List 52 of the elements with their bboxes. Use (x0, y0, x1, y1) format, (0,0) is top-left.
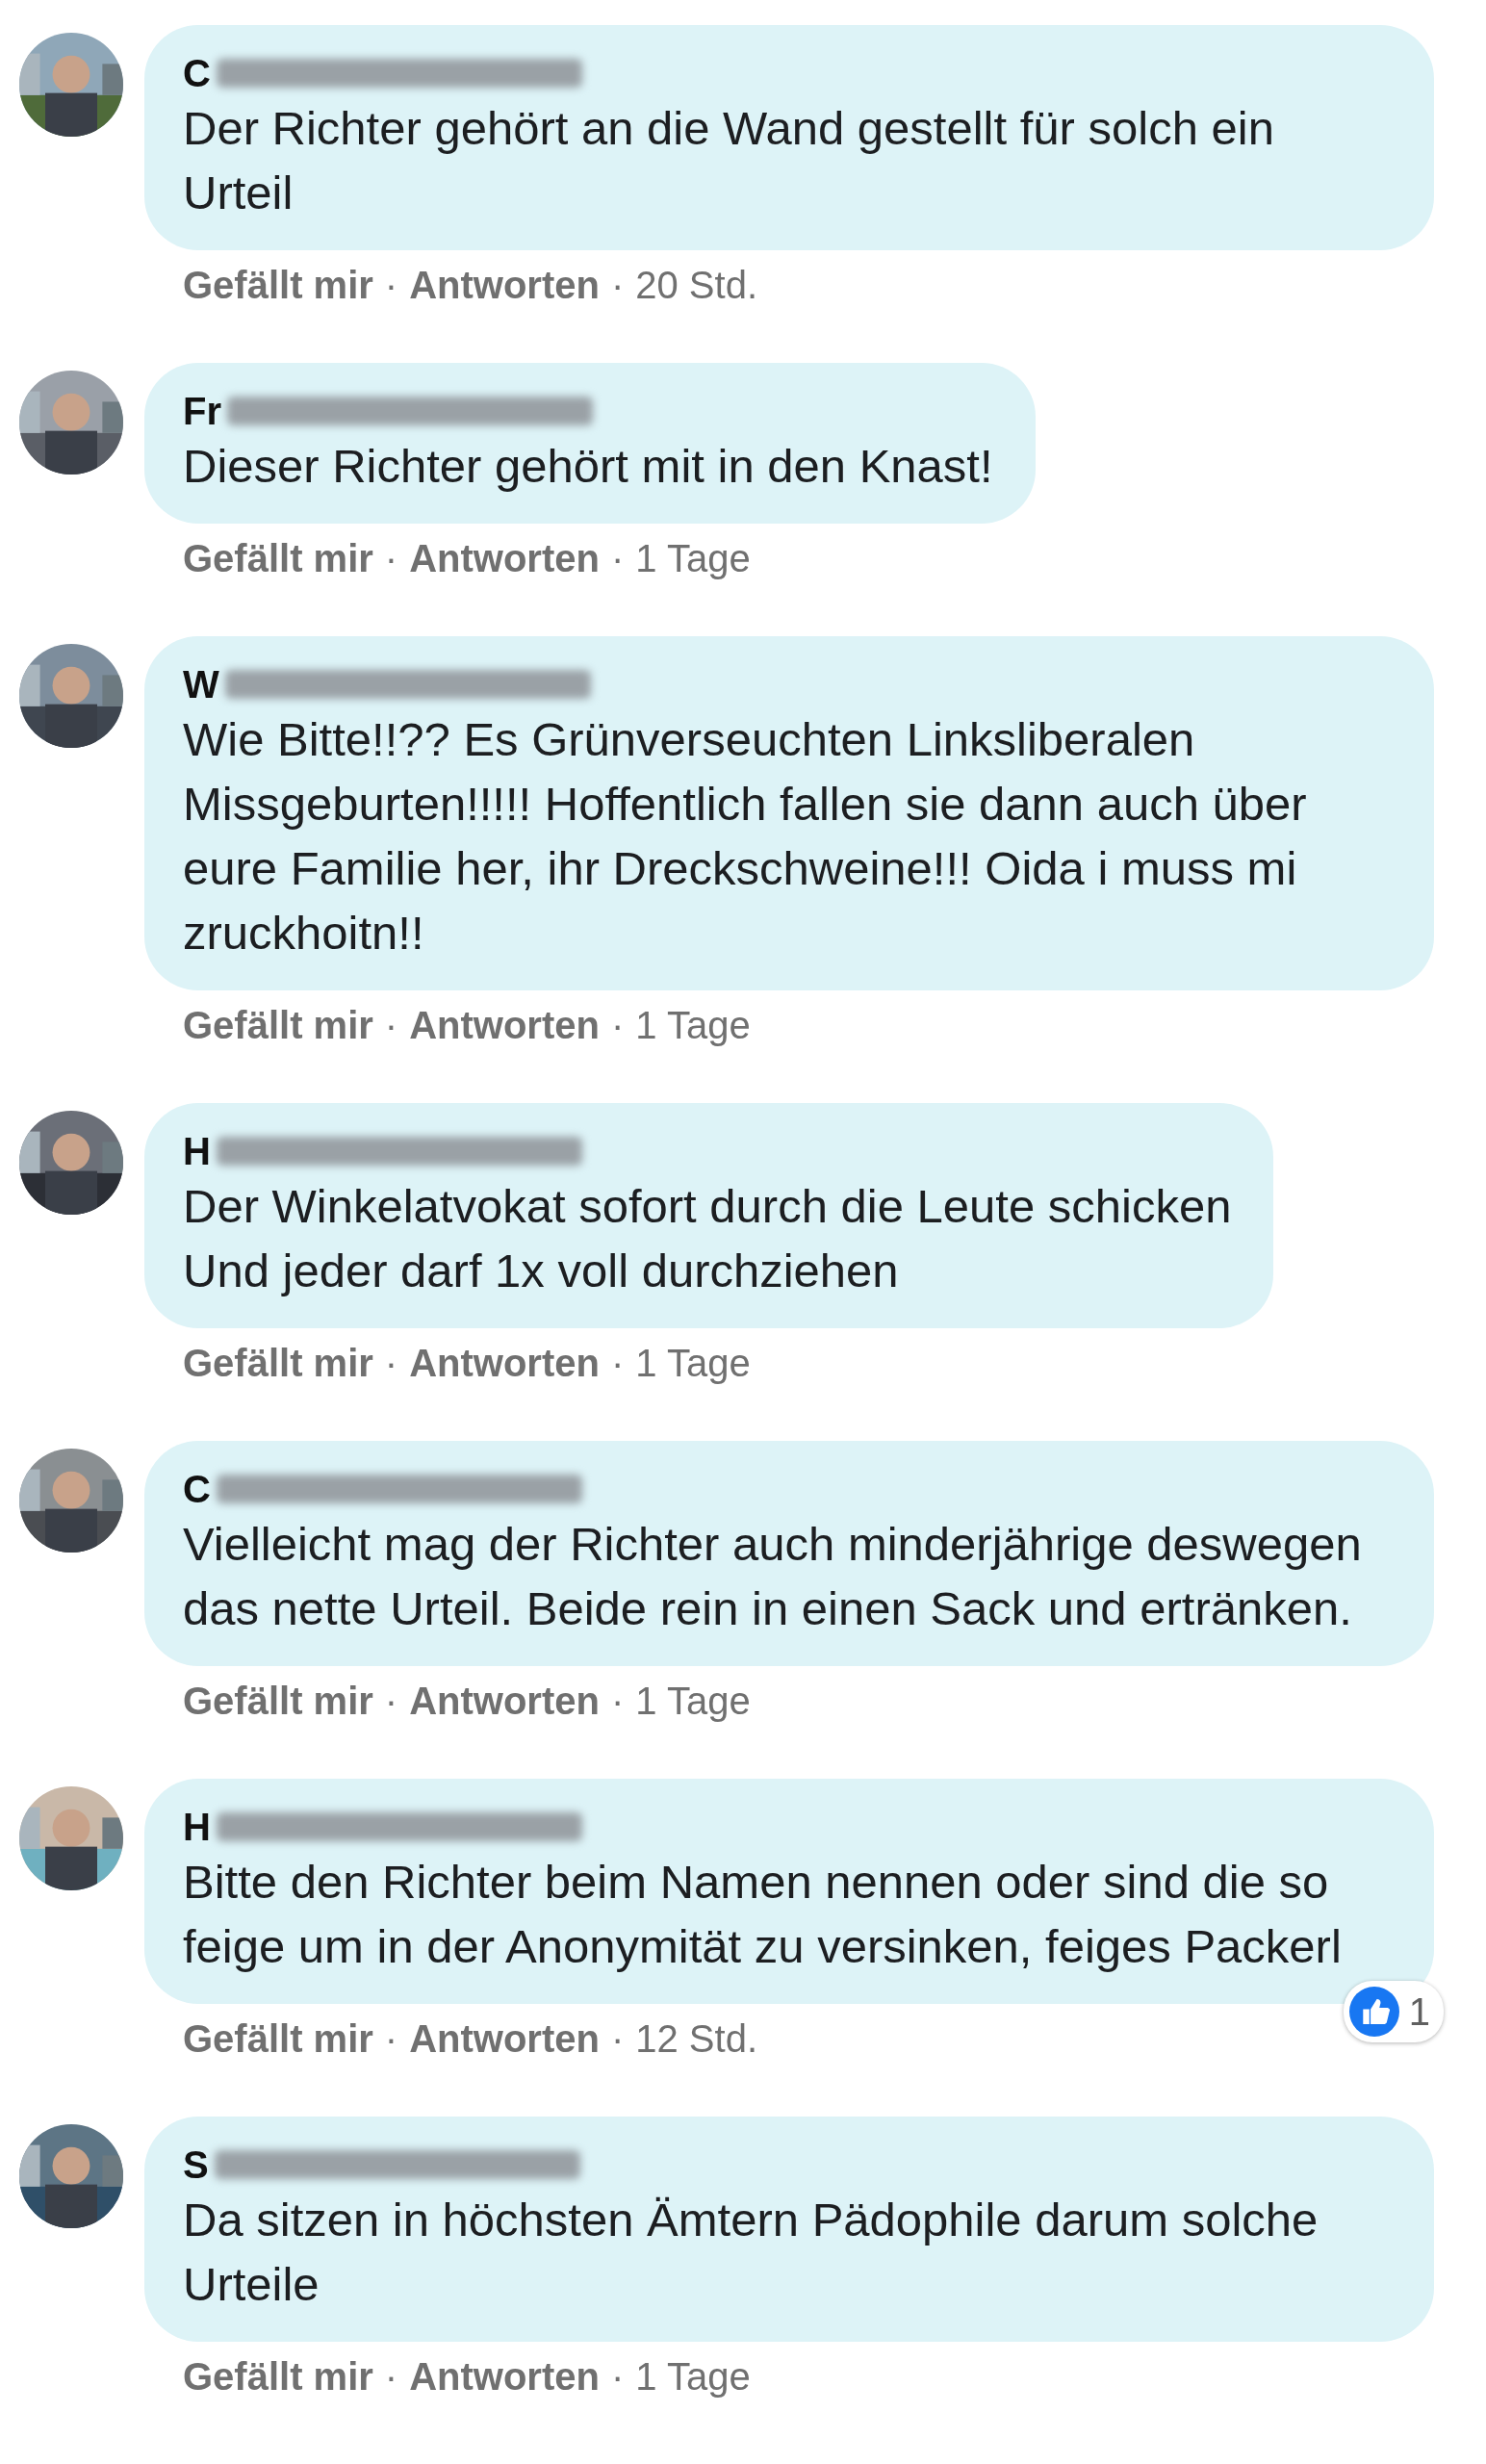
like-link[interactable]: Gefällt mir (183, 537, 373, 580)
separator-dot: · (610, 537, 625, 580)
timestamp: 12 Std. (635, 2017, 758, 2061)
separator-dot: · (610, 1004, 625, 1047)
like-link[interactable]: Gefällt mir (183, 1342, 373, 1385)
separator-dot: · (384, 1004, 398, 1047)
separator-dot: · (610, 1342, 625, 1385)
reply-link[interactable]: Antworten (409, 537, 600, 580)
comment-text: Dieser Richter gehört mit in den Knast! (183, 439, 993, 494)
author-name[interactable]: H (183, 1805, 211, 1849)
reply-link[interactable]: Antworten (409, 1342, 600, 1385)
comment-text: Wie Bitte!!?? Es Grünverseuchten Linksliberalen Missgeburten!!!!! Hoffentlich fallen sie dann auch über eure Familie her, ihr Dreckschweine!!! Oida i muss mi zruckhoitn!! (183, 712, 1308, 961)
author-name[interactable]: W (183, 662, 219, 706)
separator-dot: · (384, 264, 398, 307)
reply-link[interactable]: Antworten (409, 2355, 600, 2399)
comment-text: Der Richter gehört an die Wand gestellt für solch ein Urteil (183, 101, 1275, 220)
timestamp: 1 Tage (635, 1004, 751, 1047)
reply-link[interactable]: Antworten (409, 2017, 600, 2061)
separator-dot: · (610, 264, 625, 307)
separator-dot: · (610, 2017, 625, 2061)
separator-dot: · (384, 537, 398, 580)
author-name[interactable]: C (183, 1467, 211, 1511)
like-link[interactable]: Gefällt mir (183, 264, 373, 307)
like-link[interactable]: Gefällt mir (183, 2017, 373, 2061)
reaction-count: 1 (1408, 1989, 1430, 2034)
like-link[interactable]: Gefällt mir (183, 2355, 373, 2399)
separator-dot: · (384, 1680, 398, 1723)
like-link[interactable]: Gefällt mir (183, 1680, 373, 1723)
author-name[interactable]: S (183, 2143, 209, 2187)
comment-text: Vielleicht mag der Richter auch minderjährige deswegen das nette Urteil. Beide rein in einen Sack und ertränken. (183, 1517, 1363, 1636)
separator-dot: · (610, 1680, 625, 1723)
reaction-badge[interactable]: 1 (1343, 1981, 1444, 2042)
author-name[interactable]: H (183, 1129, 211, 1173)
author-name[interactable]: C (183, 51, 211, 95)
comment-text: Der Winkelatvokat sofort durch die Leute schicken Und jeder darf 1x voll durchziehen (183, 1179, 1232, 1298)
timestamp: 20 Std. (635, 264, 758, 307)
separator-dot: · (384, 2355, 398, 2399)
comment-text: Da sitzen in höchsten Ämtern Pädophile darum solche Urteile (183, 2193, 1319, 2312)
separator-dot: · (384, 2017, 398, 2061)
reply-link[interactable]: Antworten (409, 1004, 600, 1047)
timestamp: 1 Tage (635, 1342, 751, 1385)
separator-dot: · (610, 2355, 625, 2399)
timestamp: 1 Tage (635, 2355, 751, 2399)
comment-text: Bitte den Richter beim Namen nennen oder sind die so feige um in der Anonymität zu versinken, feiges Packerl (183, 1855, 1343, 1974)
separator-dot: · (384, 1342, 398, 1385)
like-link[interactable]: Gefällt mir (183, 1004, 373, 1047)
timestamp: 1 Tage (635, 1680, 751, 1723)
reply-link[interactable]: Antworten (409, 1680, 600, 1723)
thumbs-up-icon (1348, 1987, 1399, 2037)
author-name[interactable]: Fr (183, 389, 221, 433)
reply-link[interactable]: Antworten (409, 264, 600, 307)
timestamp: 1 Tage (635, 537, 751, 580)
